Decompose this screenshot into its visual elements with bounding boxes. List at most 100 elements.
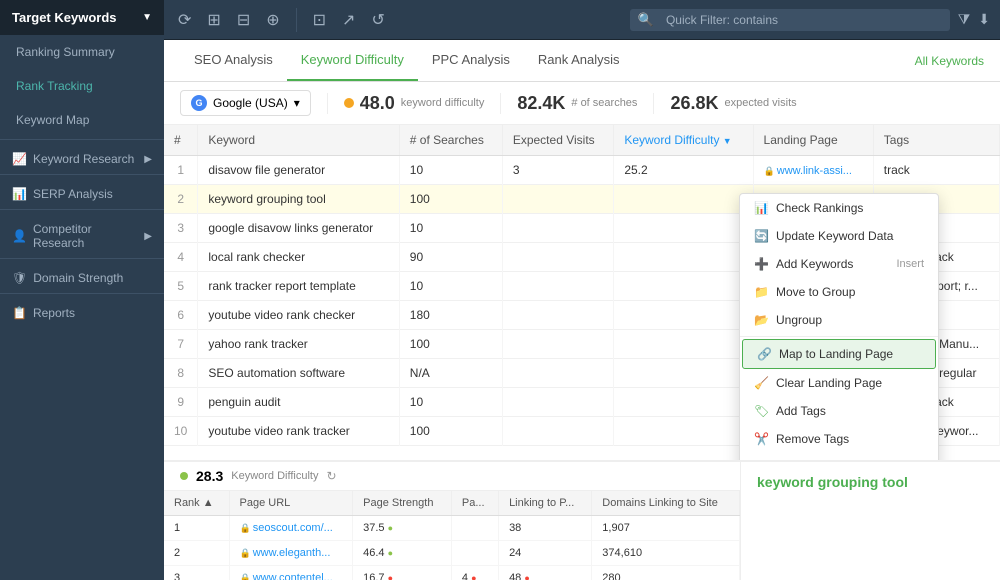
- import-icon[interactable]: ↗: [338, 6, 359, 34]
- row-num: 7: [164, 330, 198, 359]
- col-searches: # of Searches: [399, 125, 502, 156]
- difficulty-cell: [614, 388, 753, 417]
- strength-cell: 16.7 ●: [353, 566, 452, 580]
- bottom-row[interactable]: 1 🔒seoscout.com/... 37.5 ● 38 1,907: [164, 516, 740, 541]
- all-keywords-link[interactable]: All Keywords: [915, 42, 984, 80]
- col-difficulty[interactable]: Keyword Difficulty ▼: [614, 125, 753, 156]
- sidebar-item-label: Keyword Map: [16, 113, 89, 127]
- expand-icon: ▶: [144, 231, 152, 242]
- sidebar-header[interactable]: Target Keywords ▼: [0, 0, 164, 35]
- sidebar-section-domain-strength[interactable]: 🛡 Domain Strength: [0, 261, 164, 291]
- search-icon: 🔍: [638, 12, 654, 28]
- menu-item-clear-landing[interactable]: 🧹 Clear Landing Page: [740, 369, 938, 397]
- tab-seo-analysis[interactable]: SEO Analysis: [180, 40, 287, 81]
- lock-icon: 🔒: [240, 523, 251, 533]
- sidebar: Target Keywords ▼ Ranking Summary Rank T…: [0, 0, 164, 580]
- searches-cell: 100: [399, 417, 502, 446]
- row-num: 10: [164, 417, 198, 446]
- col-rank[interactable]: Rank ▲: [164, 491, 229, 516]
- bottom-row[interactable]: 3 🔒www.contentel... 16.7 ● 4 ● 48 ● 280: [164, 566, 740, 580]
- keyword-cell: SEO automation software: [198, 359, 399, 388]
- sidebar-section-reports[interactable]: 📋 Reports: [0, 296, 164, 326]
- pa-cell: 4 ●: [451, 566, 498, 580]
- searches-cell: 100: [399, 185, 502, 214]
- keyword-cell: yahoo rank tracker: [198, 330, 399, 359]
- domains-cell: 374,610: [592, 541, 740, 566]
- refresh-icon[interactable]: ⟳: [174, 6, 195, 34]
- filter-icon[interactable]: ⧩: [958, 11, 971, 28]
- bottom-right-panel: keyword grouping tool: [740, 462, 1000, 580]
- difficulty-cell: [614, 185, 753, 214]
- menu-item-check-rankings[interactable]: 📊 Check Rankings: [740, 194, 938, 222]
- menu-item-ungroup[interactable]: 📂 Ungroup: [740, 306, 938, 334]
- visits-cell: [502, 272, 613, 301]
- topbar: ⟳ ⊞ ⊟ ⊕ ⊡ ↗ ↺ 🔍 Quick Filter: contains ⧩…: [164, 0, 1000, 40]
- menu-item-update-keyword[interactable]: 🔄 Update Keyword Data: [740, 222, 938, 250]
- menu-item-remove-tags[interactable]: ✂️ Remove Tags: [740, 425, 938, 453]
- sidebar-item-ranking-summary[interactable]: Ranking Summary: [0, 35, 164, 69]
- expand-icon[interactable]: ⊡: [309, 6, 330, 34]
- lock-icon: 🔒: [764, 166, 775, 176]
- tab-rank-analysis[interactable]: Rank Analysis: [524, 40, 634, 81]
- keyword-cell: local rank checker: [198, 243, 399, 272]
- quick-filter-input[interactable]: [784, 13, 942, 27]
- table-icon[interactable]: ⊞: [203, 6, 224, 34]
- col-landing: Landing Page: [753, 125, 873, 156]
- searches-cell: 180: [399, 301, 502, 330]
- map-landing-icon: 🔗: [757, 347, 771, 361]
- quick-filter-label: Quick Filter: contains: [660, 11, 784, 29]
- refresh-icon[interactable]: ↻: [326, 469, 336, 483]
- chevron-icon: ▼: [142, 12, 152, 23]
- searches-label: # of searches: [571, 97, 637, 109]
- row-num: 3: [164, 214, 198, 243]
- domains-cell: 1,907: [592, 516, 740, 541]
- table-row[interactable]: 1 disavow file generator 10 3 25.2 🔒www.…: [164, 156, 1000, 185]
- download-icon[interactable]: ⬇: [978, 11, 990, 28]
- tab-ppc-analysis[interactable]: PPC Analysis: [418, 40, 524, 81]
- quick-filter-bar[interactable]: 🔍 Quick Filter: contains: [630, 9, 950, 31]
- col-pa: Pa...: [451, 491, 498, 516]
- sidebar-section-serp-analysis[interactable]: 📊 SERP Analysis: [0, 177, 164, 207]
- visits-cell: [502, 301, 613, 330]
- difficulty-cell: [614, 243, 753, 272]
- url-cell: 🔒www.eleganth...: [229, 541, 353, 566]
- stat-difficulty: 48.0 keyword difficulty: [327, 93, 485, 114]
- menu-item-map-to-landing[interactable]: 🔗 Map to Landing Page: [742, 339, 936, 369]
- difficulty-cell: [614, 301, 753, 330]
- difficulty-cell: 25.2: [614, 156, 753, 185]
- add-keywords-icon: ➕: [754, 257, 768, 271]
- sidebar-section-keyword-research[interactable]: 📈 Keyword Research ▶: [0, 142, 164, 172]
- bottom-header-row: Rank ▲ Page URL Page Strength Pa... Link…: [164, 491, 740, 516]
- add-tags-icon: 🏷: [754, 404, 768, 418]
- col-visits: Expected Visits: [502, 125, 613, 156]
- group-icon[interactable]: ⊟: [233, 6, 254, 34]
- context-menu: 📊 Check Rankings 🔄 Update Keyword Data ➕…: [739, 193, 939, 460]
- add-icon[interactable]: ⊕: [262, 6, 283, 34]
- sidebar-item-keyword-map[interactable]: Keyword Map: [0, 103, 164, 137]
- visits-cell: [502, 417, 613, 446]
- menu-item-add-keywords[interactable]: ➕ Add Keywords Insert: [740, 250, 938, 278]
- visits-cell: [502, 185, 613, 214]
- difficulty-cell: [614, 272, 753, 301]
- section-label: 👤 Competitor Research: [12, 222, 144, 250]
- remove-tags-icon: ✂️: [754, 432, 768, 446]
- bottom-difficulty-dot: [180, 472, 188, 480]
- menu-item-add-tags[interactable]: 🏷 Add Tags: [740, 397, 938, 425]
- searches-cell: 10: [399, 156, 502, 185]
- report-icon: 📋: [12, 306, 27, 320]
- sidebar-item-rank-tracking[interactable]: Rank Tracking: [0, 69, 164, 103]
- sort-icon: ▼: [723, 136, 732, 146]
- tab-keyword-difficulty[interactable]: Keyword Difficulty: [287, 40, 418, 81]
- settings-icon[interactable]: ↺: [367, 6, 388, 34]
- stat-visits: 26.8K expected visits: [653, 93, 796, 114]
- bottom-row[interactable]: 2 🔒www.eleganth... 46.4 ● 24 374,610: [164, 541, 740, 566]
- menu-item-move-to-group[interactable]: 📁 Move to Group: [740, 278, 938, 306]
- menu-item-set-color[interactable]: 🎨 Set Color ▶: [740, 453, 938, 460]
- sidebar-section-competitor-research[interactable]: 👤 Competitor Research ▶: [0, 212, 164, 256]
- section-label: 📊 SERP Analysis: [12, 187, 113, 201]
- keyword-cell: google disavow links generator: [198, 214, 399, 243]
- sidebar-item-label: Rank Tracking: [16, 79, 93, 93]
- divider: [0, 258, 164, 259]
- divider: [0, 139, 164, 140]
- location-selector[interactable]: G Google (USA) ▾: [180, 90, 311, 116]
